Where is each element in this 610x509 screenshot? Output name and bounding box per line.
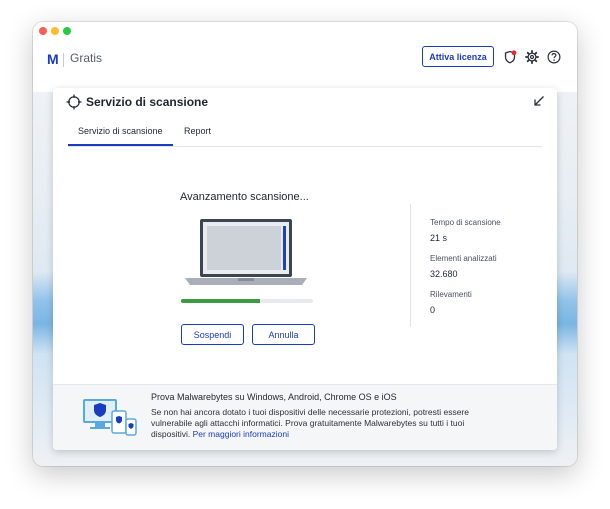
- detections-label: Rilevamenti: [430, 290, 472, 299]
- activate-license-button[interactable]: Attiva licenza: [422, 46, 494, 67]
- gear-icon[interactable]: [525, 50, 539, 64]
- scan-progress-bar: [181, 299, 313, 303]
- items-scanned-label: Elementi analizzati: [430, 254, 497, 263]
- notification-icon[interactable]: [503, 50, 517, 64]
- title-bar: [33, 22, 577, 40]
- promo-banner: Prova Malwarebytes su Windows, Android, …: [53, 384, 557, 450]
- minimize-window-button[interactable]: [51, 27, 59, 35]
- suspend-button[interactable]: Sospendi: [181, 324, 244, 345]
- tab-scan-service[interactable]: Servizio di scansione: [78, 126, 163, 136]
- promo-description: Se non hai ancora dotato i tuoi disposit…: [151, 407, 501, 440]
- panel-title: Servizio di scansione: [86, 95, 209, 109]
- scan-panel: Servizio di scansione Servizio di scansi…: [53, 88, 557, 450]
- crosshair-icon: [66, 94, 82, 110]
- scan-time-value: 21 s: [430, 233, 448, 243]
- devices-illustration: [83, 399, 137, 436]
- scan-progress-title: Avanzamento scansione...: [180, 191, 309, 203]
- cancel-button[interactable]: Annulla: [252, 324, 315, 345]
- tab-bar: Servizio di scansione Report: [68, 126, 542, 147]
- more-info-link[interactable]: Per maggiori informazioni: [193, 429, 289, 439]
- detections-value: 0: [430, 305, 436, 315]
- zoom-window-button[interactable]: [63, 27, 71, 35]
- active-tab-indicator: [68, 144, 173, 146]
- laptop-illustration: [185, 219, 307, 285]
- edition-label: Gratis: [70, 51, 103, 65]
- close-window-button[interactable]: [39, 27, 47, 35]
- tab-report[interactable]: Report: [184, 126, 211, 136]
- stats-divider: [410, 204, 411, 327]
- help-icon[interactable]: [547, 50, 561, 64]
- scan-time-label: Tempo di scansione: [430, 218, 501, 227]
- malwarebytes-logo: M: [47, 51, 59, 67]
- promo-title: Prova Malwarebytes su Windows, Android, …: [151, 392, 397, 402]
- app-window: M Gratis Attiva licenza Servizio di scan…: [33, 22, 577, 466]
- logo-separator: [63, 53, 64, 67]
- items-scanned-value: 32.680: [430, 269, 458, 279]
- scan-progress-fill: [181, 299, 261, 303]
- collapse-arrow-icon[interactable]: [532, 94, 546, 108]
- app-header: M Gratis Attiva licenza: [33, 40, 577, 93]
